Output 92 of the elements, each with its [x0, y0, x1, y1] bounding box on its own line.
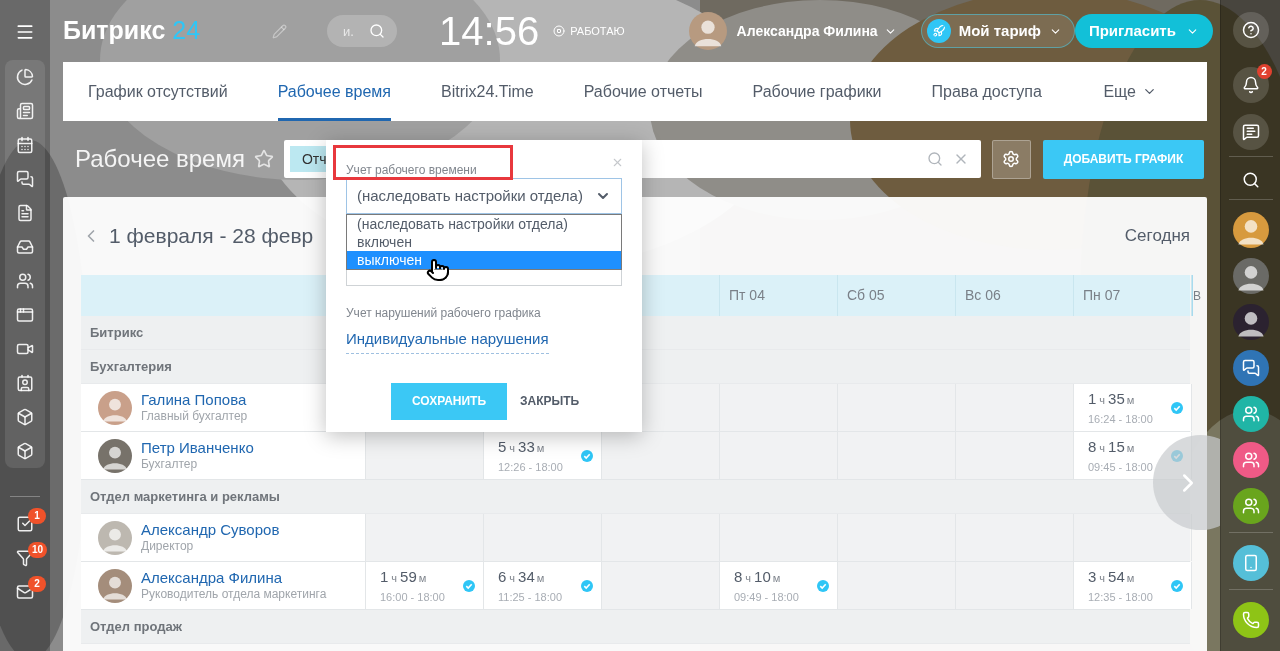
department-label: Бухгалтерия	[89, 357, 172, 376]
time-cell[interactable]: 5 ч 33 м 12:26 - 18:00	[483, 432, 601, 479]
duration-text: 1 ч 35м	[1088, 389, 1136, 410]
time-range: 09:45 - 18:00	[1088, 460, 1153, 476]
bell-icon	[1241, 76, 1260, 94]
employee-position: Руководитель отдела маркетинга	[141, 587, 327, 603]
chat-list-button[interactable]	[1232, 114, 1269, 150]
time-cell[interactable]: 8 ч 10м 09:49 - 18:00	[719, 562, 837, 609]
cube-icon[interactable]	[16, 442, 34, 460]
settings-button[interactable]	[991, 139, 1031, 179]
time-range: 12:35 - 18:00	[1088, 590, 1153, 606]
bell-button[interactable]	[1232, 67, 1269, 103]
duration-text: 8 ч 15м	[1088, 437, 1136, 458]
day-header: Пн 07	[1083, 286, 1121, 305]
duration-text: 6 ч 34м	[498, 567, 546, 588]
time-range: 16:24 - 18:00	[1088, 412, 1153, 428]
violations-link[interactable]: Индивидуальные нарушения	[346, 328, 549, 354]
time-range: 09:49 - 18:00	[734, 590, 799, 606]
duration-text: 8 ч 10м	[734, 567, 782, 588]
people-icon	[1241, 497, 1260, 515]
time-cell[interactable]: 6 ч 34м 11:25 - 18:00	[483, 562, 601, 609]
avatar	[98, 520, 132, 555]
chat-icon[interactable]	[16, 170, 34, 188]
help-button[interactable]	[1232, 12, 1269, 48]
time-cell[interactable]: 1 ч 35м 16:24 - 18:00	[1073, 384, 1191, 431]
clock: 14:56	[439, 11, 540, 51]
cube-icon[interactable]	[16, 408, 34, 426]
avatar	[98, 438, 132, 473]
employee-name[interactable]: Александра Филина	[141, 568, 327, 588]
tab[interactable]: Рабочее время	[277, 62, 391, 121]
tab[interactable]: Права доступа	[931, 62, 1042, 121]
people-icon[interactable]	[16, 272, 34, 290]
tab[interactable]: Еще	[1103, 62, 1157, 121]
employee-name[interactable]: Галина Попова	[141, 390, 248, 410]
avatar	[1232, 258, 1269, 294]
today-link[interactable]: Сегодня	[1124, 223, 1190, 249]
field-label: Учет нарушений рабочего графика	[346, 305, 541, 322]
avatar	[1232, 304, 1269, 340]
department-label: Битрикс	[89, 323, 144, 342]
day-header: Вс 06	[965, 286, 1001, 305]
contact-card-icon[interactable]	[16, 374, 34, 392]
calendar-icon[interactable]	[16, 136, 34, 154]
avatar	[98, 568, 132, 603]
menu-icon[interactable]	[15, 22, 35, 42]
avatar	[688, 12, 727, 50]
day-header: В	[1193, 287, 1201, 305]
help-icon	[1241, 21, 1260, 39]
tab[interactable]: Рабочие отчеты	[583, 62, 703, 121]
department-label: Отдел продаж	[89, 617, 182, 636]
department-label: Отдел маркетинга и рекламы	[89, 487, 280, 506]
employee-position: Бухгалтер	[141, 457, 199, 473]
employee-position: Директор	[141, 539, 195, 555]
people-icon	[1241, 451, 1260, 469]
day-header: Сб 05	[847, 286, 885, 305]
tab[interactable]: График отсутствий	[88, 62, 228, 121]
day-header: Пт 04	[729, 286, 765, 305]
employee-name[interactable]: Петр Иванченко	[141, 438, 254, 458]
document-icon[interactable]	[16, 204, 34, 222]
employee-position: Главный бухгалтер	[141, 409, 248, 425]
tab[interactable]: Bitrix24.Time	[440, 62, 534, 121]
dropdown-option[interactable]: включен	[347, 233, 621, 251]
tab[interactable]: Рабочие графики	[752, 62, 882, 121]
gear-icon	[1002, 150, 1021, 168]
chat-icon	[1241, 123, 1260, 141]
period-title: 1 февраля - 28 февр	[109, 223, 314, 250]
duration-text: 3 ч 54м	[1088, 567, 1136, 588]
pie-chart-icon[interactable]	[16, 68, 34, 86]
time-cell[interactable]: 1 ч 59 м 16:00 - 18:00	[365, 562, 483, 609]
duration-text: 5 ч 33 м	[498, 437, 546, 458]
chat-icon	[1241, 359, 1260, 377]
avatar	[1232, 212, 1269, 248]
checkbox-icon[interactable]	[16, 515, 34, 533]
inbox-icon[interactable]	[16, 238, 34, 256]
mail-icon[interactable]	[16, 583, 34, 601]
page-title: Рабочее время	[75, 144, 245, 174]
employee-name[interactable]: Александр Суворов	[141, 520, 280, 540]
duration-text: 1 ч 59 м	[380, 567, 428, 588]
time-range: 16:00 - 18:00	[380, 590, 445, 606]
time-range: 12:26 - 18:00	[498, 460, 563, 476]
people-icon	[1241, 405, 1260, 423]
time-range: 11:25 - 18:00	[498, 590, 562, 606]
time-cell[interactable]: 3 ч 54м 12:35 - 18:00	[1073, 562, 1191, 609]
search-icon[interactable]	[1241, 171, 1260, 189]
field-label: Учет рабочего времени	[346, 163, 477, 177]
window-icon[interactable]	[16, 306, 34, 324]
dropdown-option[interactable]: (наследовать настройки отдела)	[347, 215, 621, 233]
star-icon[interactable]	[253, 149, 274, 169]
newspaper-icon[interactable]	[16, 102, 34, 120]
plan-button[interactable]: Мой тариф	[920, 14, 1075, 48]
close-button[interactable]: ЗАКРЫТЬ	[520, 392, 580, 410]
phone-icon	[1241, 611, 1260, 629]
avatar	[98, 390, 132, 425]
